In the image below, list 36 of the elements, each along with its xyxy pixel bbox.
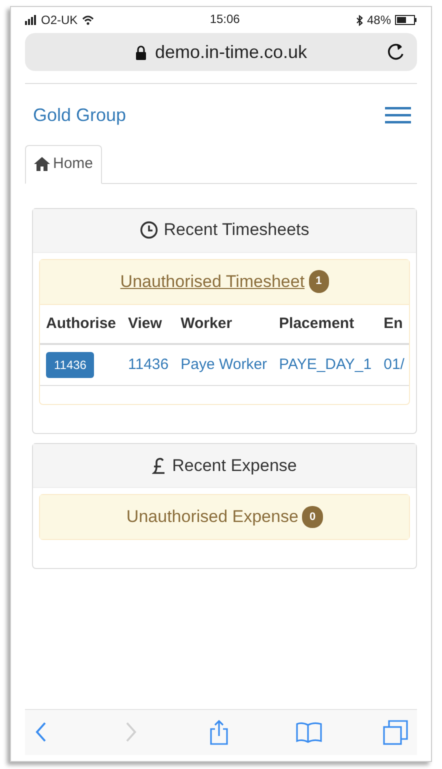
column-header: View — [122, 304, 175, 344]
panel-title: Recent Expense — [172, 454, 297, 477]
book-icon[interactable] — [296, 720, 322, 745]
url-text: demo.in-time.co.uk — [154, 40, 308, 64]
battery-icon — [395, 15, 417, 25]
table-link[interactable]: 01/ — [384, 356, 404, 373]
home-icon — [34, 157, 50, 172]
table-link[interactable]: 11436 — [128, 356, 169, 373]
column-header: Placement — [273, 304, 378, 344]
battery-percent: 48% — [366, 14, 391, 26]
tab[interactable]: Home — [25, 145, 102, 184]
bluetooth-icon — [356, 14, 363, 26]
clock-icon — [140, 221, 158, 239]
column-header: En — [378, 304, 409, 344]
table-link[interactable]: Paye Worker — [180, 356, 268, 373]
tab-label: Home — [53, 154, 94, 174]
column-header: Authorise — [40, 304, 122, 344]
pound-icon — [152, 456, 166, 474]
lock-icon — [134, 44, 147, 60]
count-badge: 0 — [302, 506, 323, 528]
panel-title: Recent Timesheets — [164, 219, 310, 242]
carrier-name: O2-UK — [41, 14, 78, 26]
status-time: 15:06 — [210, 13, 240, 27]
signal-icon — [25, 15, 37, 25]
address-bar[interactable]: demo.in-time.co.uk — [25, 33, 417, 71]
menu-icon — [385, 106, 411, 124]
tabs-icon[interactable] — [383, 720, 409, 745]
wifi-icon — [82, 15, 94, 25]
section-link[interactable]: Unauthorised Timesheet — [120, 268, 305, 294]
section-title: Unauthorised Expense — [126, 506, 298, 528]
brand-link[interactable]: Gold Group — [33, 102, 126, 129]
count-badge: 1 — [308, 270, 329, 293]
reload-icon[interactable] — [387, 42, 405, 62]
column-header: Worker — [174, 304, 274, 344]
authorise-button[interactable]: 11436 — [46, 352, 94, 378]
table-link[interactable]: PAYE_DAY_1 — [279, 356, 372, 373]
